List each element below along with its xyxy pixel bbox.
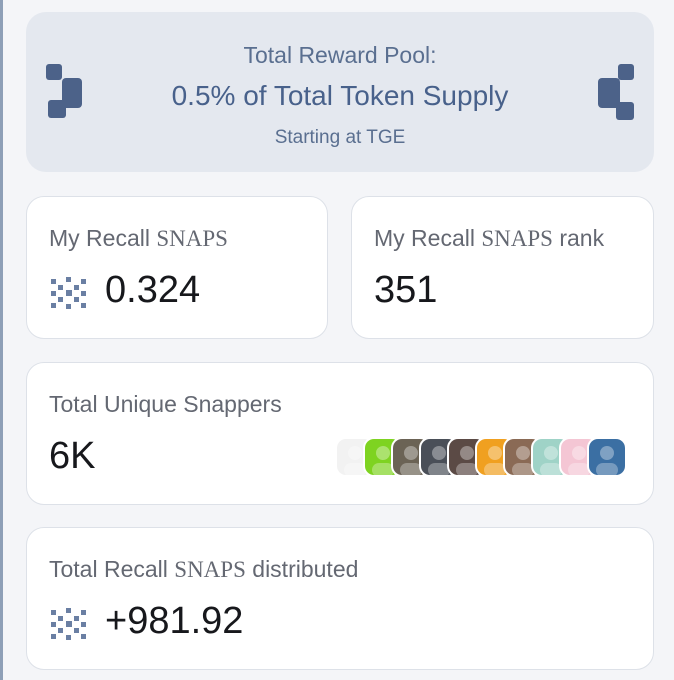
unique-snappers-card: Total Unique Snappers 6K (26, 362, 654, 505)
my-snaps-rank-label: My Recall SNAPS rank (374, 225, 605, 251)
reward-pool-title: Total Reward Pool: (243, 42, 437, 68)
reward-pool-amount: 0.5% of Total Token Supply (171, 80, 509, 111)
my-snaps-rank-value: 351 (374, 269, 438, 311)
recall-logo-icon (594, 64, 636, 127)
reward-pool-banner: Total Reward Pool: 0.5% of Total Token S… (26, 12, 654, 172)
snaps-token-icon (51, 608, 87, 645)
my-snaps-label: My Recall SNAPS (49, 225, 228, 251)
my-snaps-card: My Recall SNAPS 0.324 (26, 196, 328, 339)
unique-snappers-label: Total Unique Snappers (49, 391, 282, 417)
unique-snappers-value: 6K (49, 435, 96, 477)
snaps-distributed-label: Total Recall SNAPS distributed (49, 556, 359, 582)
snaps-distributed-value: +981.92 (105, 600, 244, 642)
snapper-avatar-stack (337, 439, 633, 477)
snaps-token-icon (51, 277, 87, 314)
my-snaps-rank-card: My Recall SNAPS rank 351 (351, 196, 654, 339)
my-snaps-value: 0.324 (105, 269, 201, 311)
snaps-distributed-card: Total Recall SNAPS distributed +981.92 (26, 527, 654, 670)
portrait-avatar-5 (589, 439, 625, 475)
left-edge-line (0, 0, 3, 680)
reward-pool-start: Starting at TGE (274, 127, 406, 148)
